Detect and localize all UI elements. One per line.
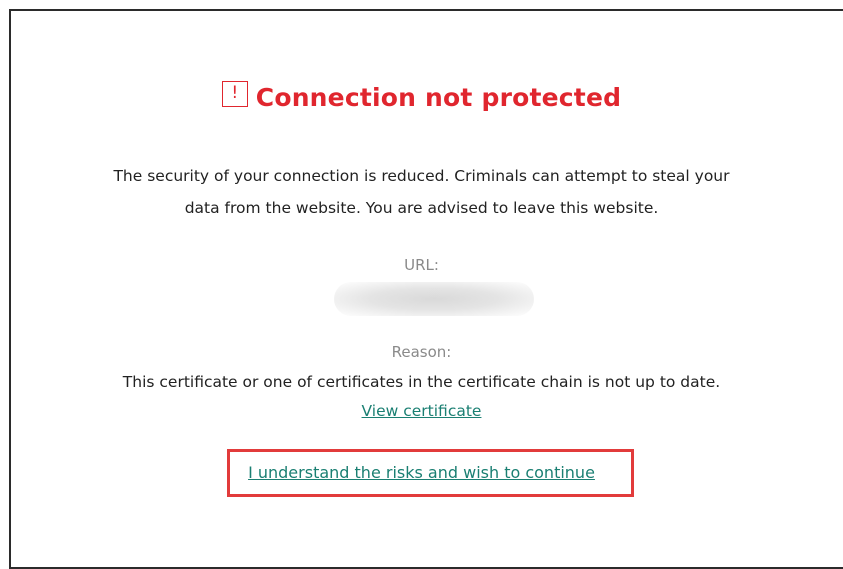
page-title: Connection not protected <box>255 83 622 112</box>
reason-text: This certificate or one of certificates … <box>122 373 721 391</box>
continue-row: I understand the risks and wish to conti… <box>0 463 843 482</box>
continue-anyway-link[interactable]: I understand the risks and wish to conti… <box>248 463 595 482</box>
description-line-2: data from the website. You are advised t… <box>184 199 659 217</box>
view-certificate-row: View certificate <box>0 402 843 420</box>
url-label: URL: <box>404 256 439 274</box>
warning-page-content: ! Connection not protected The security o… <box>0 0 843 551</box>
description-line-1: The security of your connection is reduc… <box>113 167 730 185</box>
view-certificate-link[interactable]: View certificate <box>362 402 482 420</box>
warning-exclamation-icon: ! <box>221 80 248 107</box>
reason-label: Reason: <box>391 343 452 361</box>
url-value-blurred <box>334 282 534 316</box>
page-header: ! Connection not protected <box>0 80 843 112</box>
